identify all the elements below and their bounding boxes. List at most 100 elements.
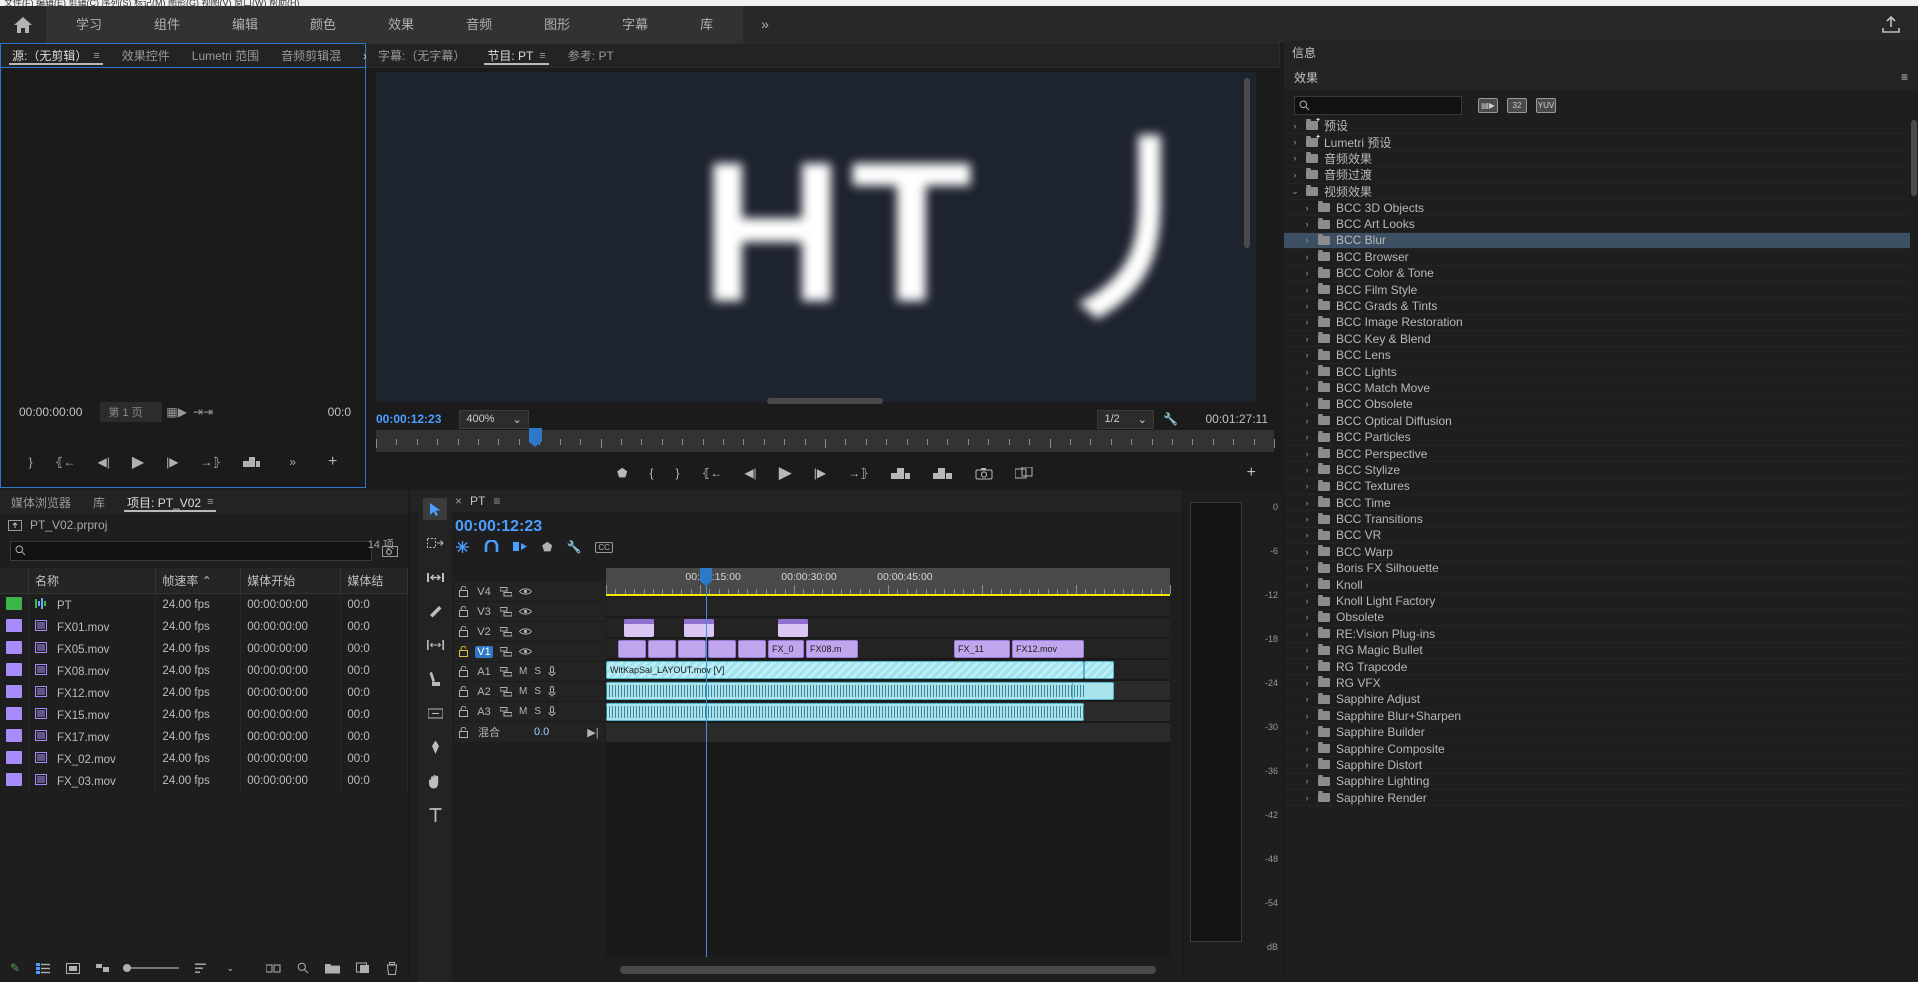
effects-item-10[interactable]: › BCC Film Style xyxy=(1284,282,1910,299)
chevron-right-icon[interactable]: › xyxy=(1302,694,1312,704)
track-name-V4[interactable]: V4 xyxy=(475,586,493,598)
chevron-right-icon[interactable]: › xyxy=(1302,711,1312,721)
step-back-icon[interactable]: ◀| xyxy=(97,455,109,469)
effects-item-20[interactable]: › BCC Perspective xyxy=(1284,446,1910,463)
track-targeting-icon[interactable] xyxy=(500,626,512,637)
project-menu-icon[interactable]: ≡ xyxy=(207,496,213,508)
table-row[interactable]: FX15.mov 24.00 fps 00:00:00:00 00:0 xyxy=(0,704,408,726)
eye-icon[interactable] xyxy=(519,647,532,656)
lock-icon[interactable] xyxy=(459,686,468,697)
lift-icon[interactable] xyxy=(890,467,911,480)
effects-item-12[interactable]: › BCC Image Restoration xyxy=(1284,315,1910,332)
workspace-tab-5[interactable]: 音频 xyxy=(440,6,518,43)
effects-item-9[interactable]: › BCC Color & Tone xyxy=(1284,266,1910,282)
source-current-timecode[interactable]: 00:00:00:00 xyxy=(19,405,82,419)
chevron-right-icon[interactable]: › xyxy=(1302,481,1312,491)
timeline-menu-icon[interactable]: ≡ xyxy=(493,494,500,508)
type-tool[interactable] xyxy=(423,804,447,826)
effects-item-11[interactable]: › BCC Grads & Tints xyxy=(1284,298,1910,315)
project-tab-1[interactable]: 库 xyxy=(82,490,116,514)
workspace-tab-0[interactable]: 学习 xyxy=(50,6,128,43)
effects-item-18[interactable]: › BCC Optical Diffusion xyxy=(1284,413,1910,430)
effects-item-16[interactable]: › BCC Match Move xyxy=(1284,380,1910,397)
effects-item-14[interactable]: › BCC Lens xyxy=(1284,347,1910,364)
mark-out-icon[interactable]: } xyxy=(29,455,33,469)
chevron-down-icon[interactable]: ⌄ xyxy=(1290,186,1300,197)
panel-tab-2[interactable]: Lumetri 范围 xyxy=(181,44,270,67)
cc-icon[interactable]: CC xyxy=(595,541,613,553)
effects-item-39[interactable]: › Sapphire Distort xyxy=(1284,757,1910,774)
program-horizontal-scrollbar[interactable] xyxy=(767,398,883,404)
table-row[interactable]: FX01.mov 24.00 fps 00:00:00:00 00:0 xyxy=(0,616,408,638)
insert-icon[interactable] xyxy=(243,456,261,469)
effects-item-5[interactable]: › BCC 3D Objects xyxy=(1284,200,1910,217)
track-name-V2[interactable]: V2 xyxy=(475,626,493,638)
chevron-right-icon[interactable]: › xyxy=(1302,645,1312,655)
timeline-clip[interactable]: FX12.mov xyxy=(1012,640,1084,658)
program-resolution-select[interactable]: 1/2 ⌄ xyxy=(1097,409,1154,429)
comparison-view-icon[interactable] xyxy=(1014,466,1033,480)
effects-item-0[interactable]: › 预设 xyxy=(1284,118,1910,135)
chevron-right-icon[interactable]: › xyxy=(1302,350,1312,360)
wrench-icon[interactable]: 🔧 xyxy=(1163,412,1178,426)
effects-item-30[interactable]: › Obsolete xyxy=(1284,610,1910,627)
pen-tool[interactable] xyxy=(423,736,447,758)
sort-icon[interactable] xyxy=(195,963,210,974)
program-vertical-scrollbar[interactable] xyxy=(1244,78,1250,248)
hamburger-icon[interactable]: ≡ xyxy=(1901,70,1908,84)
track-header-A1[interactable]: A1 M S xyxy=(455,662,605,682)
lock-icon[interactable] xyxy=(459,586,468,597)
panel-tab-1[interactable]: 效果控件 xyxy=(111,44,181,67)
effects-item-32[interactable]: › RG Magic Bullet xyxy=(1284,643,1910,659)
export-frame-icon[interactable] xyxy=(975,467,993,480)
effects-vertical-scrollbar[interactable] xyxy=(1911,120,1917,196)
freeform-icon-2[interactable] xyxy=(266,963,281,974)
mark-in-icon[interactable]: { xyxy=(649,466,653,480)
chevron-right-icon[interactable]: › xyxy=(1302,744,1312,754)
project-column-1[interactable]: 名称 xyxy=(28,568,157,594)
track-name-A2[interactable]: A2 xyxy=(475,686,493,698)
effects-item-17[interactable]: › BCC Obsolete xyxy=(1284,397,1910,414)
source-page-select[interactable]: 第 1 页 xyxy=(100,402,163,422)
effects-item-1[interactable]: › Lumetri 预设 xyxy=(1284,133,1910,151)
lock-icon[interactable] xyxy=(459,626,468,637)
effects-item-41[interactable]: › Sapphire Render xyxy=(1284,790,1910,807)
track-header-A3[interactable]: A3 M S xyxy=(455,702,605,722)
chevron-right-icon[interactable]: › xyxy=(1302,334,1312,344)
step-forward-icon[interactable]: |▶ xyxy=(814,466,826,480)
magnet-icon[interactable] xyxy=(484,540,499,554)
effects-item-29[interactable]: › Knoll Light Factory xyxy=(1284,593,1910,610)
goto-out-icon[interactable]: →⦄ xyxy=(848,466,869,480)
chevron-right-icon[interactable]: › xyxy=(1302,547,1312,557)
effects-item-27[interactable]: › Boris FX Silhouette xyxy=(1284,561,1910,577)
effects-item-19[interactable]: › BCC Particles xyxy=(1284,429,1910,446)
timeline-playhead[interactable] xyxy=(700,568,712,586)
timeline-clip[interactable] xyxy=(778,619,808,637)
effects-item-6[interactable]: › BCC Art Looks xyxy=(1284,216,1910,233)
effects-item-37[interactable]: › Sapphire Builder xyxy=(1284,724,1910,741)
lock-icon[interactable] xyxy=(459,726,468,738)
effects-item-34[interactable]: › RG VFX xyxy=(1284,675,1910,692)
chevron-right-icon[interactable]: › xyxy=(1302,268,1312,278)
microphone-icon[interactable] xyxy=(548,706,556,717)
track-header-V2[interactable]: V2 xyxy=(455,622,605,642)
chevron-right-icon[interactable]: › xyxy=(1302,596,1312,606)
workspace-tab-6[interactable]: 图形 xyxy=(518,6,596,43)
workspace-tab-2[interactable]: 编辑 xyxy=(206,6,284,43)
timeline-clip[interactable] xyxy=(1084,661,1114,679)
panel-tab-1[interactable]: 节目: PT ≡ xyxy=(476,44,556,67)
goto-in-icon[interactable]: ⦃← xyxy=(55,455,76,469)
chevron-right-icon[interactable]: › xyxy=(1302,662,1312,672)
chevron-right-icon[interactable]: › xyxy=(1302,416,1312,426)
mute-button[interactable]: M xyxy=(519,666,527,677)
project-column-0[interactable] xyxy=(0,568,29,594)
program-add-button[interactable]: + xyxy=(1247,464,1256,482)
panel-menu-icon[interactable]: ≡ xyxy=(539,50,545,62)
chevron-right-icon[interactable]: › xyxy=(1302,580,1312,590)
track-name-A3[interactable]: A3 xyxy=(475,706,493,718)
source-add-button[interactable]: + xyxy=(328,453,337,471)
timeline-horizontal-scrollbar[interactable] xyxy=(606,966,1170,974)
mix-end-icon[interactable]: ▶| xyxy=(587,726,598,739)
timeline-clip[interactable]: FX_0 xyxy=(768,640,804,658)
chevron-right-icon[interactable]: › xyxy=(1302,498,1312,508)
